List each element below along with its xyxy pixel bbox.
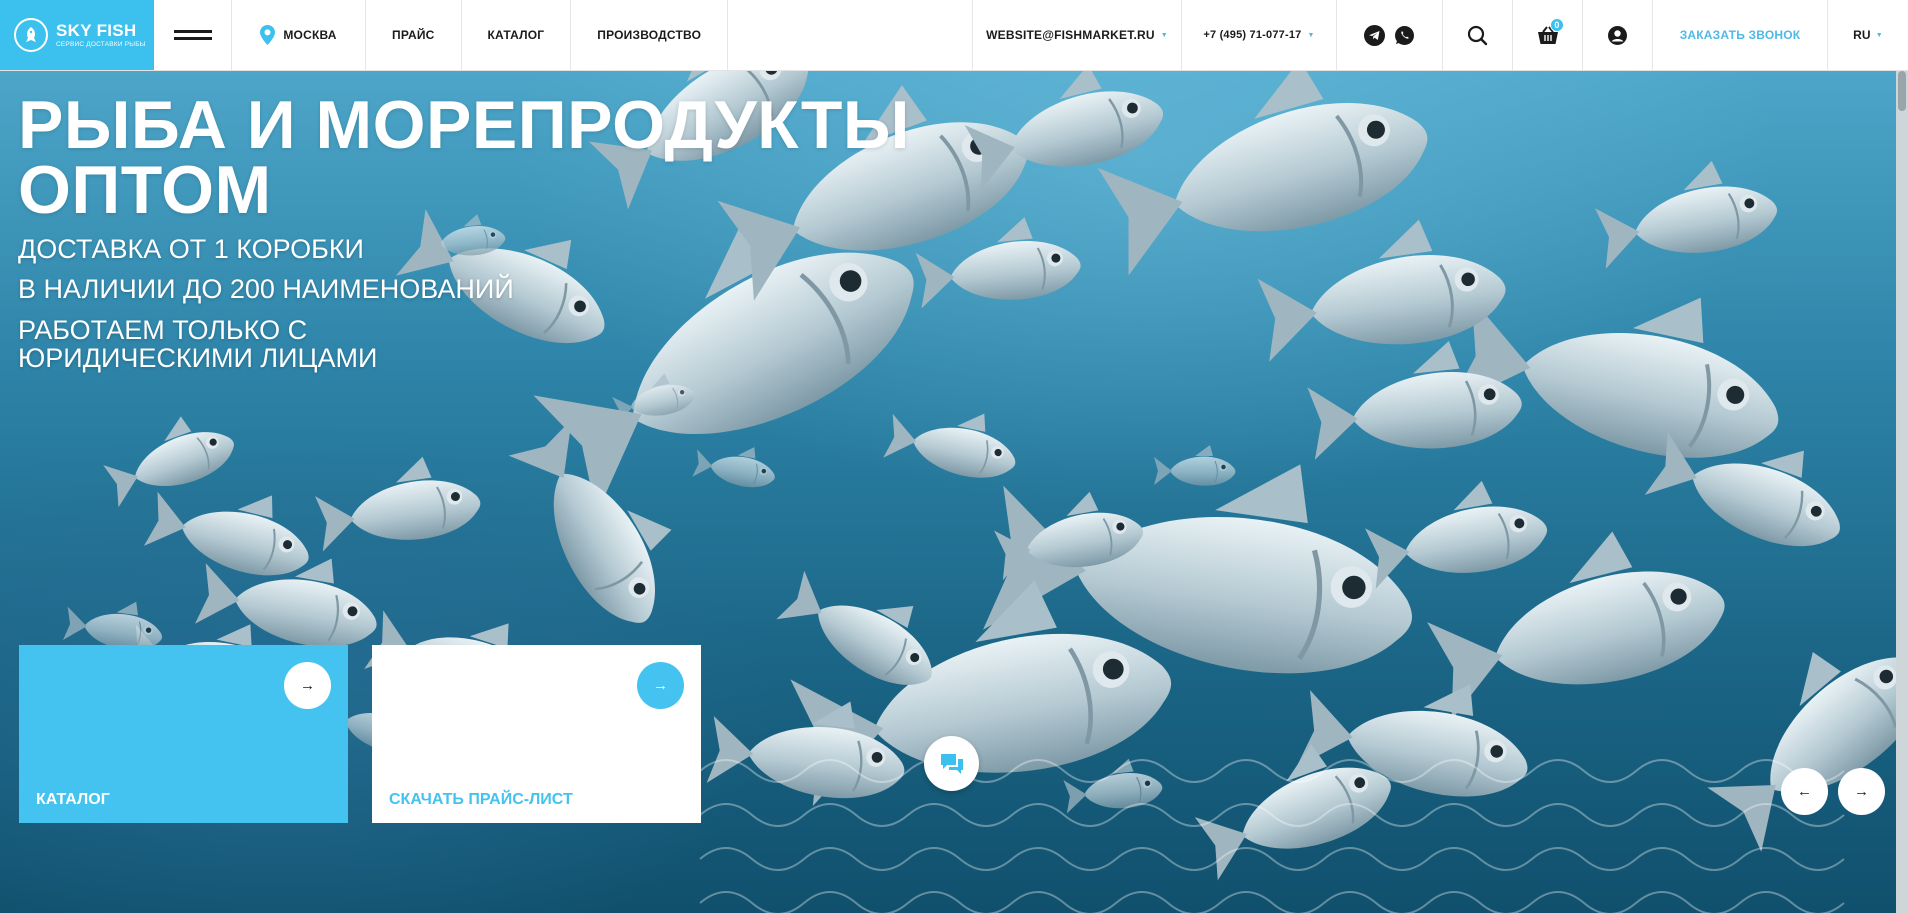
profile-button[interactable] xyxy=(1583,0,1653,70)
telegram-icon[interactable] xyxy=(1364,24,1385,46)
header-spacer xyxy=(728,0,973,70)
email-dropdown[interactable]: WEBSITE@FISHMARKET.RU ▼ xyxy=(973,0,1182,70)
cart-button[interactable]: 0 xyxy=(1513,0,1583,70)
whatsapp-icon[interactable] xyxy=(1394,25,1415,46)
scrollbar-thumb[interactable] xyxy=(1898,71,1906,111)
phone-label: +7 (495) 71-077-17 xyxy=(1203,29,1302,41)
phone-dropdown[interactable]: +7 (495) 71-077-17 ▼ xyxy=(1182,0,1337,70)
language-label: RU xyxy=(1853,28,1871,42)
location-pin-icon xyxy=(260,25,276,45)
arrow-left-icon: ← xyxy=(1797,783,1812,800)
download-price-card-label: СКАЧАТЬ ПРАЙС-ЛИСТ xyxy=(389,791,573,808)
slider-prev-button[interactable]: ← xyxy=(1781,768,1828,815)
logo-name: SKY FISH xyxy=(56,20,137,40)
arrow-right-icon: → xyxy=(637,662,684,709)
fish-logo-icon xyxy=(14,18,48,52)
chat-button[interactable] xyxy=(924,736,979,791)
site-header: SKY FISH СЕРВИС ДОСТАВКИ РЫБЫ МОСКВА ПРА… xyxy=(0,0,1908,71)
chevron-down-icon: ▼ xyxy=(1160,31,1168,39)
nav-item-price[interactable]: ПРАЙС xyxy=(366,0,462,70)
hero-feature-legal-line-1: РАБОТАЕМ ТОЛЬКО С xyxy=(18,315,308,345)
search-button[interactable] xyxy=(1443,0,1513,70)
city-label: МОСКВА xyxy=(283,28,337,42)
logo-text: SKY FISH СЕРВИС ДОСТАВКИ РЫБЫ xyxy=(56,22,146,49)
chat-icon xyxy=(940,753,963,774)
catalog-card[interactable]: → КАТАЛОГ xyxy=(19,645,348,823)
city-selector[interactable]: МОСКВА xyxy=(232,0,366,70)
callback-button[interactable]: ЗАКАЗАТЬ ЗВОНОК xyxy=(1653,0,1828,70)
download-price-card[interactable]: → СКАЧАТЬ ПРАЙС-ЛИСТ xyxy=(372,645,701,823)
language-selector[interactable]: RU ▼ xyxy=(1828,0,1908,70)
menu-button[interactable] xyxy=(154,0,232,70)
hero-feature-legal-line-2: ЮРИДИЧЕСКИМИ ЛИЦАМИ xyxy=(18,343,378,373)
search-icon xyxy=(1467,25,1488,45)
hero-feature-assortment: В НАЛИЧИИ ДО 200 НАИМЕНОВАНИЙ xyxy=(18,274,514,304)
nav-item-catalog[interactable]: КАТАЛОГ xyxy=(462,0,572,70)
chevron-down-icon: ▼ xyxy=(1875,31,1883,39)
page-scrollbar[interactable] xyxy=(1896,71,1908,913)
chevron-down-icon: ▼ xyxy=(1307,31,1315,39)
menu-icon xyxy=(173,30,212,40)
email-label: WEBSITE@FISHMARKET.RU xyxy=(986,28,1155,42)
hero-feature-delivery: ДОСТАВКА ОТ 1 КОРОБКИ xyxy=(18,234,364,264)
arrow-right-icon: → xyxy=(284,662,331,709)
hero-title: РЫБА И МОРЕПРОДУКТЫ ОПТОМ xyxy=(18,91,910,224)
nav-item-production[interactable]: ПРОИЗВОДСТВО xyxy=(571,0,729,70)
arrow-right-icon: → xyxy=(1854,783,1869,800)
cart-count-badge: 0 xyxy=(1550,18,1564,32)
logo-tagline: СЕРВИС ДОСТАВКИ РЫБЫ xyxy=(56,40,146,48)
slider-next-button[interactable]: → xyxy=(1838,768,1885,815)
messengers xyxy=(1337,0,1443,70)
logo[interactable]: SKY FISH СЕРВИС ДОСТАВКИ РЫБЫ xyxy=(0,0,154,70)
catalog-card-label: КАТАЛОГ xyxy=(36,791,110,808)
hero-title-line-2: ОПТОМ xyxy=(18,151,272,228)
user-icon xyxy=(1608,25,1627,45)
